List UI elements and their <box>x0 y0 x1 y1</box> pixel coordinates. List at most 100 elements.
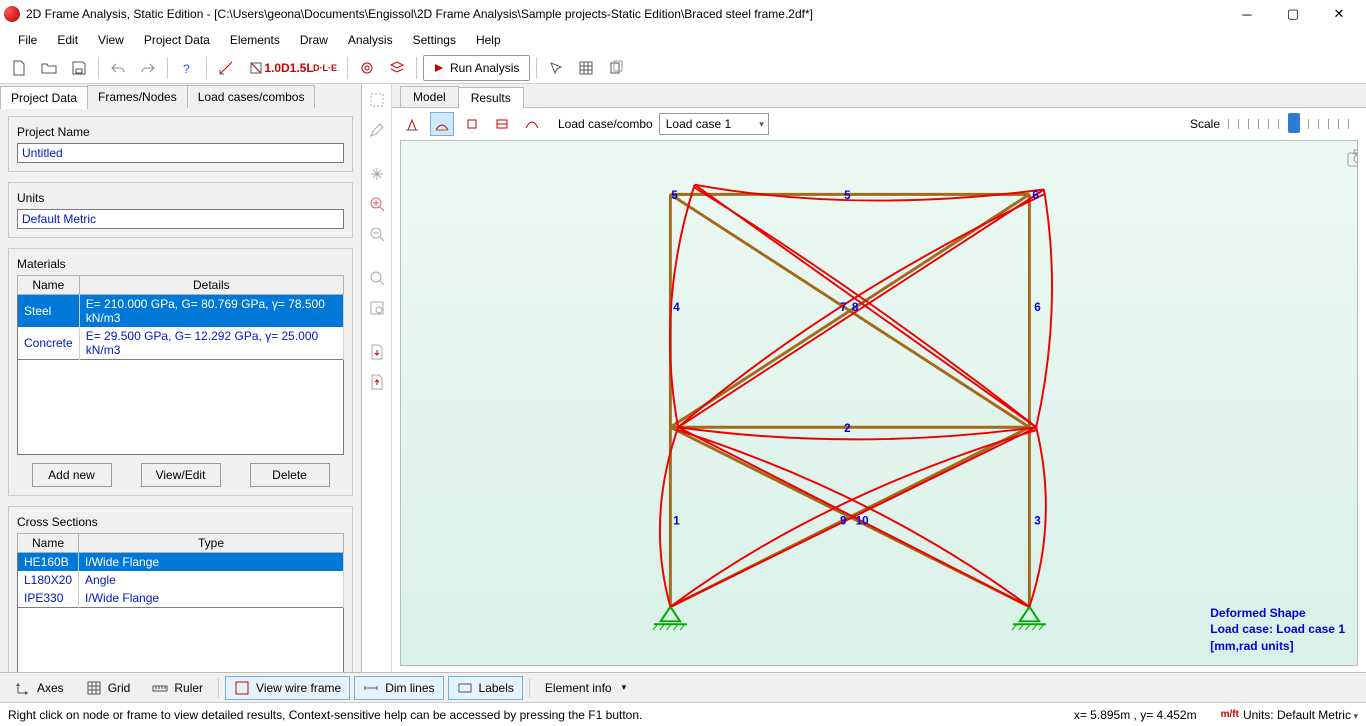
ruler-toggle[interactable]: Ruler <box>143 676 212 700</box>
main-toolbar: ? 1.0D1.5L D·L·E Run Analysis <box>0 52 1366 84</box>
tab-results[interactable]: Results <box>458 87 524 108</box>
dim-icon <box>363 680 379 696</box>
pan-icon[interactable] <box>365 162 389 186</box>
menu-view[interactable]: View <box>88 28 134 52</box>
status-bar: Right click on node or frame to view det… <box>0 702 1366 726</box>
copy-icon[interactable] <box>603 55 629 81</box>
menu-elements[interactable]: Elements <box>220 28 290 52</box>
materials-add-button[interactable]: Add new <box>32 463 112 487</box>
materials-header-details: Details <box>79 276 343 295</box>
svg-text:9: 9 <box>840 514 847 527</box>
tab-frames-nodes[interactable]: Frames/Nodes <box>87 85 188 108</box>
scale-slider[interactable] <box>1228 119 1358 129</box>
sections-label: Cross Sections <box>13 515 102 529</box>
status-hint: Right click on node or frame to view det… <box>8 708 642 722</box>
wireframe-icon <box>234 680 250 696</box>
viewport-caption: Deformed Shape Load case: Load case 1 [m… <box>1210 605 1345 655</box>
materials-view-button[interactable]: View/Edit <box>141 463 221 487</box>
svg-text:6: 6 <box>1032 189 1039 202</box>
doc-in-icon[interactable] <box>365 340 389 364</box>
svg-text:2: 2 <box>844 422 850 435</box>
materials-table[interactable]: Name Details Steel E= 210.000 GPa, G= 80… <box>17 275 344 360</box>
reactions-icon[interactable] <box>400 112 424 136</box>
menu-bar: File Edit View Project Data Elements Dra… <box>0 28 1366 52</box>
table-row[interactable]: IPE330 I/Wide Flange <box>18 589 344 608</box>
axes-icon <box>15 680 31 696</box>
doc-out-icon[interactable] <box>365 370 389 394</box>
select-rect-icon[interactable] <box>365 88 389 112</box>
deformed-shape-icon[interactable] <box>430 112 454 136</box>
table-row[interactable]: HE160B I/Wide Flange <box>18 553 344 572</box>
shear-icon[interactable] <box>490 112 514 136</box>
menu-file[interactable]: File <box>8 28 47 52</box>
labels-icon <box>457 680 473 696</box>
run-label: Run Analysis <box>450 61 519 75</box>
materials-header-name: Name <box>18 276 80 295</box>
sections-table[interactable]: Name Type HE160B I/Wide Flange L180X20 A… <box>17 533 344 608</box>
table-row[interactable]: Steel E= 210.000 GPa, G= 80.769 GPa, γ= … <box>18 295 344 328</box>
load-combo-dle-icon[interactable]: D·L·E <box>309 55 341 81</box>
redo-icon[interactable] <box>135 55 161 81</box>
table-row[interactable]: L180X20 Angle <box>18 571 344 589</box>
status-units-dropdown[interactable]: Units: Default Metric <box>1243 708 1358 722</box>
run-analysis-button[interactable]: Run Analysis <box>423 55 530 81</box>
tab-project-data[interactable]: Project Data <box>0 86 88 109</box>
load-case-label: Load case/combo <box>558 117 653 131</box>
table-row[interactable]: Concrete E= 29.500 GPa, G= 12.292 GPa, γ… <box>18 327 344 360</box>
units-indicator-icon: m/ft <box>1221 709 1239 720</box>
load-case-combo[interactable]: Load case 1 <box>659 113 769 135</box>
zoom-in-icon[interactable] <box>365 192 389 216</box>
undo-icon[interactable] <box>105 55 131 81</box>
canvas-area: Model Results Load case/combo Load case … <box>392 84 1366 672</box>
dimlines-toggle[interactable]: Dim lines <box>354 676 443 700</box>
svg-text:3: 3 <box>1034 514 1041 527</box>
viewport[interactable]: 1 2 3 4 5 6 7 8 9 10 5 6 Deformed Shape … <box>400 140 1358 666</box>
table-icon[interactable] <box>573 55 599 81</box>
svg-text:1: 1 <box>673 514 680 527</box>
labels-toggle[interactable]: Labels <box>448 676 523 700</box>
element-info-dropdown[interactable]: Element info▾ <box>536 676 635 700</box>
svg-text:7: 7 <box>840 301 846 314</box>
zoom-fit-icon[interactable] <box>365 296 389 320</box>
units-input[interactable] <box>17 209 344 229</box>
minimize-button[interactable]: ─ <box>1224 0 1270 28</box>
grid-toggle[interactable]: Grid <box>77 676 140 700</box>
wireframe-toggle[interactable]: View wire frame <box>225 676 350 700</box>
new-icon[interactable] <box>6 55 32 81</box>
materials-del-button[interactable]: Delete <box>250 463 330 487</box>
menu-settings[interactable]: Settings <box>403 28 466 52</box>
open-icon[interactable] <box>36 55 62 81</box>
pencil-icon[interactable] <box>365 118 389 142</box>
axes-toggle[interactable]: Axes <box>6 676 73 700</box>
menu-draw[interactable]: Draw <box>290 28 338 52</box>
menu-project[interactable]: Project Data <box>134 28 220 52</box>
axial-icon[interactable] <box>460 112 484 136</box>
save-icon[interactable] <box>66 55 92 81</box>
scale-label: Scale <box>1190 117 1220 131</box>
play-icon <box>434 63 444 73</box>
axis-edit-icon[interactable] <box>213 55 239 81</box>
project-name-input[interactable] <box>17 143 344 163</box>
results-toolbar: Load case/combo Load case 1 Scale <box>392 108 1366 140</box>
zoom-out-icon[interactable] <box>365 222 389 246</box>
zoom-window-icon[interactable] <box>365 266 389 290</box>
menu-edit[interactable]: Edit <box>47 28 88 52</box>
menu-analysis[interactable]: Analysis <box>338 28 403 52</box>
app-icon <box>4 6 20 22</box>
close-button[interactable]: ✕ <box>1316 0 1362 28</box>
cog-icon[interactable] <box>354 55 380 81</box>
tab-model[interactable]: Model <box>400 86 459 107</box>
title-bar: 2D Frame Analysis, Static Edition - [C:\… <box>0 0 1366 28</box>
maximize-button[interactable]: ▢ <box>1270 0 1316 28</box>
svg-text:8: 8 <box>852 301 859 314</box>
bottom-toolbar: Axes Grid Ruler View wire frame Dim line… <box>0 672 1366 702</box>
help-icon[interactable]: ? <box>174 55 200 81</box>
cursor-icon[interactable] <box>543 55 569 81</box>
layers-icon[interactable] <box>384 55 410 81</box>
menu-help[interactable]: Help <box>466 28 511 52</box>
load-combo-10d-icon[interactable]: 1.0D1.5L <box>273 55 305 81</box>
tab-load-cases[interactable]: Load cases/combos <box>187 85 316 108</box>
window-title: 2D Frame Analysis, Static Edition - [C:\… <box>26 7 1224 21</box>
moment-icon[interactable] <box>520 112 544 136</box>
grid-icon <box>86 680 102 696</box>
